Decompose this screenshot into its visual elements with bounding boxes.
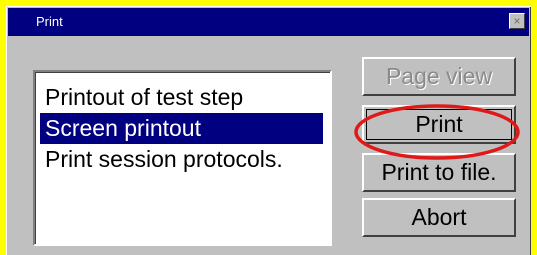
list-item-printout-of-test-step[interactable]: Printout of test step (40, 82, 323, 113)
list-item-print-session-protocols[interactable]: Print session protocols. (40, 144, 323, 175)
close-icon: × (513, 14, 521, 28)
print-dialog: Print × Printout of test step Screen pri… (6, 6, 531, 255)
page-view-button[interactable]: Page view (362, 57, 516, 96)
list-item-screen-printout[interactable]: Screen printout (40, 113, 323, 144)
print-to-file-button[interactable]: Print to file. (362, 153, 516, 192)
title-bar[interactable]: Print × (8, 8, 529, 36)
print-options-list[interactable]: Printout of test step Screen printout Pr… (33, 70, 332, 246)
window-title: Print (36, 14, 63, 29)
print-button[interactable]: Print (362, 105, 516, 144)
close-button[interactable]: × (509, 13, 525, 29)
abort-button[interactable]: Abort (362, 198, 516, 237)
